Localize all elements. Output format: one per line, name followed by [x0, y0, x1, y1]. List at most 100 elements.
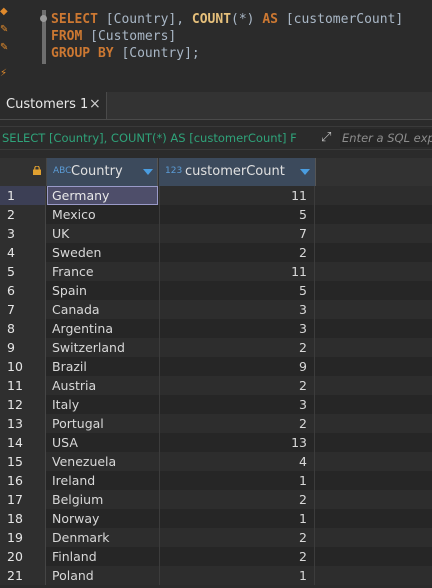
table-row[interactable]: 14 USA 13	[0, 433, 432, 452]
count-cell[interactable]: 4	[159, 452, 315, 471]
row-number[interactable]: 8	[0, 319, 46, 338]
row-number[interactable]: 10	[0, 357, 46, 376]
country-cell[interactable]: Brazil	[47, 357, 158, 376]
table-row[interactable]: 10 Brazil 9	[0, 357, 432, 376]
country-cell[interactable]: Switzerland	[47, 338, 158, 357]
table-row[interactable]: 6 Spain 5	[0, 281, 432, 300]
country-cell[interactable]: Austria	[47, 376, 158, 395]
row-number[interactable]: 1	[0, 186, 46, 205]
table-row[interactable]: 5 France 11	[0, 262, 432, 281]
table-row[interactable]: 3 UK 7	[0, 224, 432, 243]
table-row[interactable]: 20 Finland 2	[0, 547, 432, 566]
row-number[interactable]: 12	[0, 395, 46, 414]
row-number[interactable]: 2	[0, 205, 46, 224]
row-number[interactable]: 20	[0, 547, 46, 566]
code-token: [customerCount]	[278, 12, 404, 27]
row-number[interactable]: 21	[0, 566, 46, 585]
country-cell[interactable]: Sweden	[47, 243, 158, 262]
count-cell[interactable]: 3	[159, 300, 315, 319]
country-cell[interactable]: Germany	[47, 186, 158, 205]
tab-customers-1[interactable]: Customers 1 ×	[0, 92, 107, 119]
fold-icon[interactable]	[40, 15, 47, 22]
table-row[interactable]: 9 Switzerland 2	[0, 338, 432, 357]
country-cell[interactable]: Venezuela	[47, 452, 158, 471]
count-cell[interactable]: 2	[159, 338, 315, 357]
country-cell[interactable]: Ireland	[47, 471, 158, 490]
count-cell[interactable]: 2	[159, 547, 315, 566]
country-cell[interactable]: Denmark	[47, 528, 158, 547]
country-cell[interactable]: Italy	[47, 395, 158, 414]
count-cell[interactable]: 3	[159, 395, 315, 414]
count-cell[interactable]: 5	[159, 205, 315, 224]
count-cell[interactable]: 5	[159, 281, 315, 300]
column-header-country[interactable]: ABC Country	[47, 158, 158, 186]
row-number[interactable]: 15	[0, 452, 46, 471]
table-row[interactable]: 1 Germany 11	[0, 186, 432, 205]
row-number[interactable]: 18	[0, 509, 46, 528]
row-number[interactable]: 16	[0, 471, 46, 490]
sql-editor[interactable]: ◆ ✎ ✎ ⚡ SELECT [Country], COUNT(*) AS [c…	[0, 0, 432, 88]
country-cell[interactable]: Mexico	[47, 205, 158, 224]
sort-arrow-icon[interactable]	[143, 169, 153, 175]
count-cell[interactable]: 2	[159, 414, 315, 433]
table-row[interactable]: 12 Italy 3	[0, 395, 432, 414]
row-number[interactable]: 4	[0, 243, 46, 262]
count-cell[interactable]: 7	[159, 224, 315, 243]
count-cell[interactable]: 2	[159, 528, 315, 547]
table-row[interactable]: 4 Sweden 2	[0, 243, 432, 262]
row-number[interactable]: 7	[0, 300, 46, 319]
country-cell[interactable]: UK	[47, 224, 158, 243]
code-line[interactable]: SELECT [Country], COUNT(*) AS [customerC…	[40, 11, 404, 28]
row-number[interactable]: 19	[0, 528, 46, 547]
table-row[interactable]: 7 Canada 3	[0, 300, 432, 319]
table-row[interactable]: 13 Portugal 2	[0, 414, 432, 433]
count-cell[interactable]: 1	[159, 471, 315, 490]
count-cell[interactable]: 3	[159, 319, 315, 338]
row-number[interactable]: 9	[0, 338, 46, 357]
sql-code[interactable]: SELECT [Country], COUNT(*) AS [customerC…	[40, 11, 404, 62]
row-number[interactable]: 11	[0, 376, 46, 395]
result-grid[interactable]: ABC Country 123 customerCount 1 Germany 11…	[0, 158, 432, 588]
row-number[interactable]: 3	[0, 224, 46, 243]
country-cell[interactable]: Finland	[47, 547, 158, 566]
table-row[interactable]: 21 Poland 1	[0, 566, 432, 585]
row-number[interactable]: 14	[0, 433, 46, 452]
count-cell[interactable]: 1	[159, 509, 315, 528]
count-cell[interactable]: 1	[159, 566, 315, 585]
count-cell[interactable]: 2	[159, 376, 315, 395]
count-cell[interactable]: 11	[159, 262, 315, 281]
country-cell[interactable]: USA	[47, 433, 158, 452]
country-cell[interactable]: Norway	[47, 509, 158, 528]
table-row[interactable]: 18 Norway 1	[0, 509, 432, 528]
country-cell[interactable]: Spain	[47, 281, 158, 300]
country-cell[interactable]: Belgium	[47, 490, 158, 509]
row-number[interactable]: 17	[0, 490, 46, 509]
count-cell[interactable]: 2	[159, 490, 315, 509]
sort-arrow-icon[interactable]	[300, 169, 310, 175]
close-icon[interactable]: ×	[89, 96, 101, 112]
code-line[interactable]: GROUP BY [Country];	[51, 45, 403, 62]
table-row[interactable]: 11 Austria 2	[0, 376, 432, 395]
country-cell[interactable]: Canada	[47, 300, 158, 319]
table-row[interactable]: 2 Mexico 5	[0, 205, 432, 224]
count-cell[interactable]: 13	[159, 433, 315, 452]
table-row[interactable]: 15 Venezuela 4	[0, 452, 432, 471]
row-number[interactable]: 5	[0, 262, 46, 281]
table-row[interactable]: 17 Belgium 2	[0, 490, 432, 509]
country-cell[interactable]: Poland	[47, 566, 158, 585]
count-cell[interactable]: 2	[159, 243, 315, 262]
row-number[interactable]: 13	[0, 414, 46, 433]
code-line[interactable]: FROM [Customers]	[51, 28, 403, 45]
country-cell[interactable]: Argentina	[47, 319, 158, 338]
count-cell[interactable]: 11	[159, 186, 315, 205]
country-cell[interactable]: Portugal	[47, 414, 158, 433]
row-number[interactable]: 6	[0, 281, 46, 300]
expand-icon[interactable]: ⤢	[321, 130, 337, 146]
count-cell[interactable]: 9	[159, 357, 315, 376]
table-row[interactable]: 16 Ireland 1	[0, 471, 432, 490]
column-header-customercount[interactable]: 123 customerCount	[159, 158, 316, 186]
country-cell[interactable]: France	[47, 262, 158, 281]
table-row[interactable]: 19 Denmark 2	[0, 528, 432, 547]
filter-input[interactable]	[340, 129, 432, 147]
table-row[interactable]: 8 Argentina 3	[0, 319, 432, 338]
